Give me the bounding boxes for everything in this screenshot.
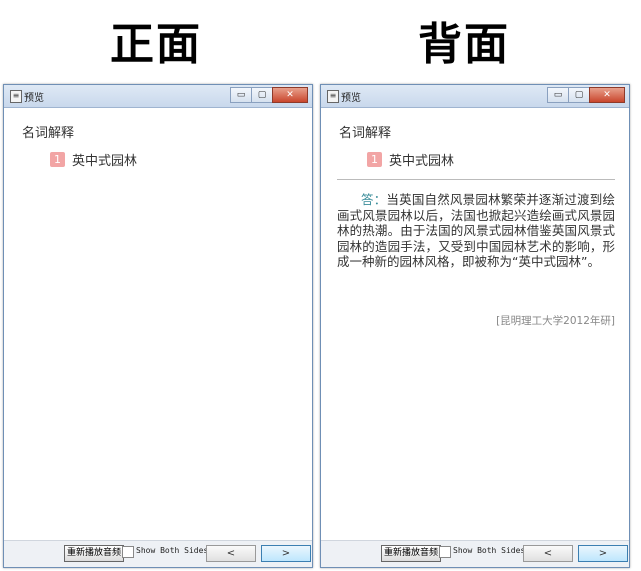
replay-audio-button[interactable]: 重新播放音频 — [64, 545, 125, 562]
window-title: 预览 — [24, 93, 44, 104]
close-icon[interactable]: ✕ — [589, 87, 625, 103]
back-preview-window: ≡ 预览 ▭ ▢ ✕ 名词解释 1 英中式园林 答：当英国自然风景园林繁荣并逐渐… — [320, 84, 630, 568]
card-heading: 名词解释 — [22, 126, 75, 141]
card-heading: 名词解释 — [339, 126, 392, 141]
maximize-icon[interactable]: ▢ — [251, 87, 273, 103]
window-controls: ▭ ▢ ✕ — [547, 87, 625, 103]
card-content: 名词解释 1 英中式园林 — [4, 108, 312, 541]
term-label: 英中式园林 — [72, 154, 138, 169]
window-title: 预览 — [341, 93, 361, 104]
show-both-sides-checkbox[interactable] — [122, 546, 134, 558]
show-both-sides-label: Show Both Sides — [453, 546, 526, 555]
minimize-icon[interactable]: ▭ — [230, 87, 252, 103]
prev-button[interactable]: < — [523, 545, 573, 562]
minimize-icon[interactable]: ▭ — [547, 87, 569, 103]
answer-text: 答：当英国自然风景园林繁荣并逐渐过渡到绘画式风景园林以后，法国也掀起兴造绘画式风… — [337, 192, 615, 270]
next-button[interactable]: > — [261, 545, 311, 562]
source-citation: [昆明理工大学2012年研] — [496, 315, 615, 327]
app-icon: ≡ — [10, 90, 22, 103]
divider — [337, 179, 615, 180]
term-item: 1 英中式园林 — [50, 150, 137, 169]
front-preview-window: ≡ 预览 ▭ ▢ ✕ 名词解释 1 英中式园林 重新播放音频 Show Both… — [3, 84, 313, 568]
replay-audio-button[interactable]: 重新播放音频 — [381, 545, 442, 562]
maximize-icon[interactable]: ▢ — [568, 87, 590, 103]
front-title: 正面 — [110, 19, 202, 70]
show-both-sides-label: Show Both Sides — [136, 546, 209, 555]
titlebar[interactable]: ≡ 预览 ▭ ▢ ✕ — [321, 85, 629, 108]
close-icon[interactable]: ✕ — [272, 87, 308, 103]
bottom-toolbar: 重新播放音频 Show Both Sides < > — [321, 540, 629, 567]
next-button[interactable]: > — [578, 545, 628, 562]
term-number-badge: 1 — [367, 152, 382, 167]
titlebar[interactable]: ≡ 预览 ▭ ▢ ✕ — [4, 85, 312, 108]
answer-prefix: 答： — [361, 192, 387, 207]
card-content: 名词解释 1 英中式园林 答：当英国自然风景园林繁荣并逐渐过渡到绘画式风景园林以… — [321, 108, 629, 541]
term-number-badge: 1 — [50, 152, 65, 167]
back-title: 背面 — [418, 19, 510, 70]
show-both-sides-checkbox[interactable] — [439, 546, 451, 558]
window-controls: ▭ ▢ ✕ — [230, 87, 308, 103]
prev-button[interactable]: < — [206, 545, 256, 562]
term-item: 1 英中式园林 — [367, 150, 454, 169]
app-icon: ≡ — [327, 90, 339, 103]
term-label: 英中式园林 — [389, 154, 455, 169]
bottom-toolbar: 重新播放音频 Show Both Sides < > — [4, 540, 312, 567]
